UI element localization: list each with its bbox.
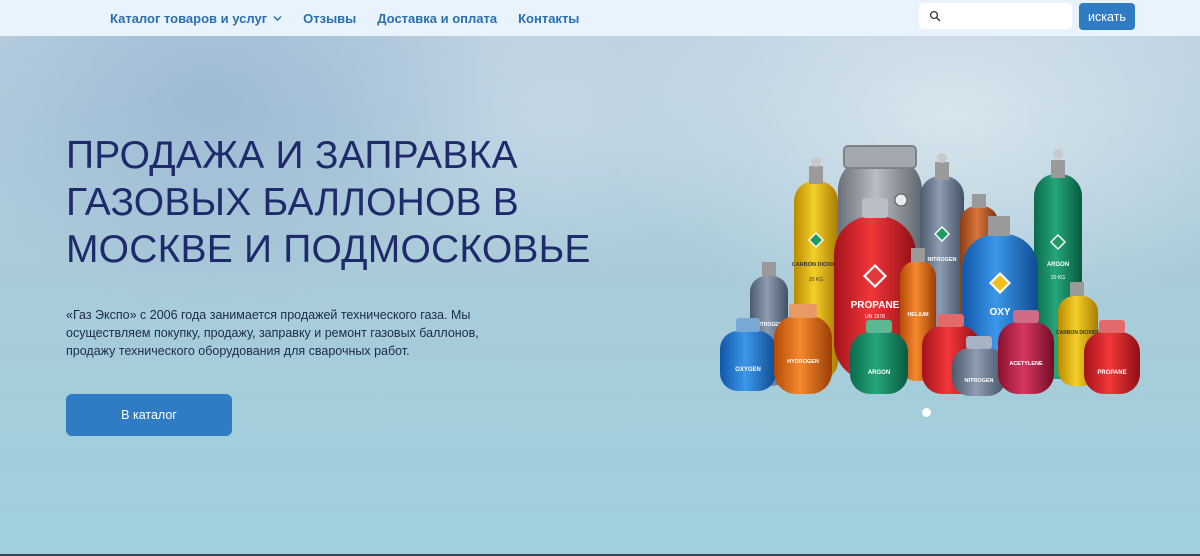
hero-description: «Газ Экспо» с 2006 года занимается прода… (66, 306, 506, 360)
svg-text:CARBON DIOXIDE: CARBON DIOXIDE (792, 262, 841, 268)
search-button[interactable]: искать (1079, 3, 1135, 30)
nav-item-catalog[interactable]: Каталог товаров и услуг (110, 11, 282, 26)
nav-item-delivery[interactable]: Доставка и оплата (377, 11, 497, 26)
catalog-button[interactable]: В каталог (66, 394, 232, 436)
chevron-down-icon (273, 15, 282, 21)
svg-text:OXY: OXY (989, 307, 1010, 318)
svg-text:HYDROGEN: HYDROGEN (787, 359, 819, 365)
svg-text:PROPANE: PROPANE (1097, 370, 1126, 376)
svg-text:HELIUM: HELIUM (907, 312, 929, 318)
hero-title-line: ГАЗОВЫХ БАЛЛОНОВ В (66, 181, 520, 224)
slider-dot-active[interactable] (922, 408, 931, 417)
nav-item-reviews-label: Отзывы (303, 10, 357, 26)
top-navigation: Каталог товаров и услуг Отзывы Доставка … (0, 0, 1200, 36)
hero-banner: ПРОДАЖА И ЗАПРАВКА ГАЗОВЫХ БАЛЛОНОВ В МО… (0, 36, 1200, 556)
hero-title-line: МОСКВЕ И ПОДМОСКОВЬЕ (66, 228, 591, 271)
hero-title: ПРОДАЖА И ЗАПРАВКА ГАЗОВЫХ БАЛЛОНОВ В МО… (66, 132, 666, 273)
svg-text:ARGON: ARGON (1047, 262, 1069, 268)
search-input[interactable] (947, 4, 1067, 28)
nav-item-catalog-label: Каталог товаров и услуг (110, 10, 268, 26)
svg-text:UN 1978: UN 1978 (865, 314, 885, 320)
nav-item-delivery-label: Доставка и оплата (377, 10, 498, 26)
search-box[interactable] (919, 3, 1072, 29)
svg-text:NITROGEN: NITROGEN (927, 257, 956, 263)
search-icon (929, 10, 941, 22)
hero-title-line: ПРОДАЖА И ЗАПРАВКА (66, 134, 518, 177)
svg-text:NITROGEN: NITROGEN (964, 378, 993, 384)
svg-text:OXYGEN: OXYGEN (735, 367, 761, 373)
hero-description-line: «Газ Экспо» с 2006 года занимается прода… (66, 308, 471, 322)
nav-item-contacts-label: Контакты (518, 10, 580, 26)
svg-text:PROPANE: PROPANE (851, 300, 900, 311)
nav-item-contacts[interactable]: Контакты (518, 11, 579, 26)
svg-text:20 KG: 20 KG (1051, 275, 1065, 281)
hero-description-line: продажу технического оборудования для св… (66, 344, 410, 358)
nav-item-reviews[interactable]: Отзывы (303, 11, 356, 26)
gas-cylinders-image: CARBON DIOXIDE 20 KG NITROGEN ARGON 20 K… (720, 145, 1140, 396)
hero-description-line: осуществляем покупку, продажу, заправку … (66, 326, 479, 340)
svg-text:20 KG: 20 KG (809, 277, 823, 283)
svg-text:ARGON: ARGON (868, 370, 890, 376)
svg-text:ACETYLENE: ACETYLENE (1009, 361, 1043, 367)
nav-links: Каталог товаров и услуг Отзывы Доставка … (110, 0, 579, 36)
